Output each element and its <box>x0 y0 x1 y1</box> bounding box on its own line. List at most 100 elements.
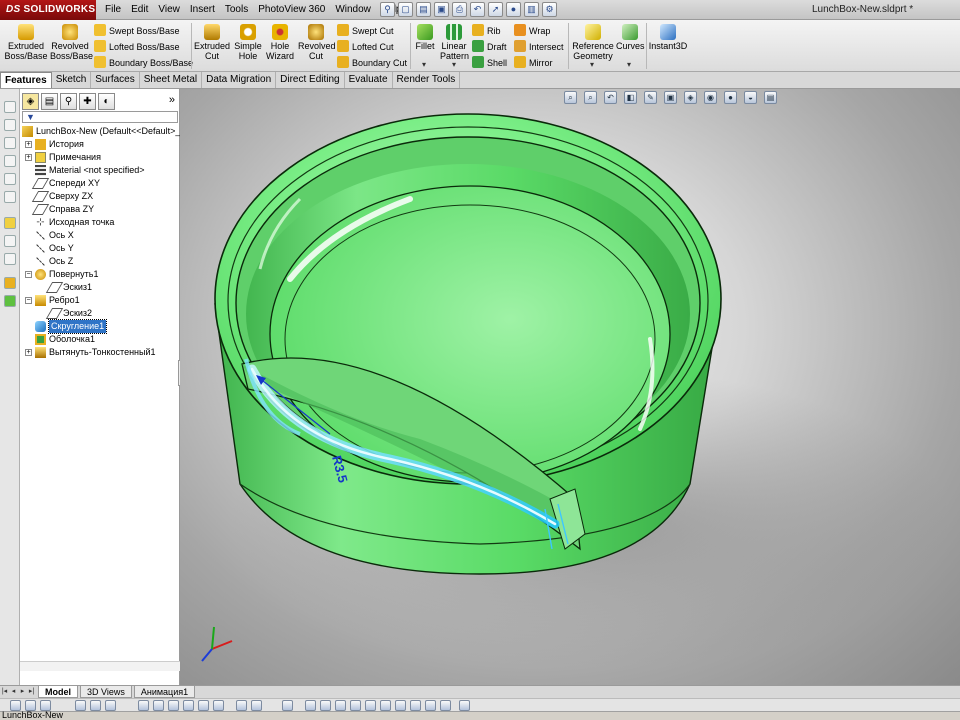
bottom-view-icon[interactable] <box>380 700 391 711</box>
rebuild-icon[interactable]: ● <box>506 2 521 17</box>
dimxpert-tab-icon[interactable]: ✚ <box>79 93 96 110</box>
file-properties-icon[interactable]: ▥ <box>524 2 539 17</box>
wireframe-icon[interactable] <box>138 700 149 711</box>
revolved-cut-button[interactable]: Revolved Cut <box>298 22 336 61</box>
tab-sketch[interactable]: Sketch <box>52 72 92 88</box>
left-view-icon[interactable] <box>335 700 346 711</box>
first-tab-icon[interactable]: |◂ <box>0 686 9 698</box>
strip-tool-icon[interactable] <box>4 217 16 229</box>
feature-tree-tab-icon[interactable]: ◈ <box>22 93 39 110</box>
tab-sheet-metal[interactable]: Sheet Metal <box>140 72 203 88</box>
tab-animation[interactable]: Анимация1 <box>133 686 196 698</box>
display-manager-tab-icon[interactable]: ◐ <box>98 93 115 110</box>
instant3d-button[interactable]: Instant3D <box>648 22 688 51</box>
last-tab-icon[interactable]: ▸| <box>27 686 36 698</box>
tab-data-migration[interactable]: Data Migration <box>202 72 277 88</box>
linear-pattern-button[interactable]: Linear Pattern <box>440 22 469 61</box>
right-view-icon[interactable] <box>350 700 361 711</box>
undo-icon[interactable]: ↶ <box>470 2 485 17</box>
menu-photoview[interactable]: PhotoView 360 <box>253 0 330 20</box>
strip-tool-icon[interactable] <box>4 277 16 289</box>
extruded-boss-button[interactable]: Extruded Boss/Base <box>4 22 48 61</box>
strip-tool-icon[interactable] <box>4 191 16 203</box>
collapse-minus-icon[interactable]: − <box>25 271 32 278</box>
new-document-icon[interactable]: ▢ <box>398 2 413 17</box>
tab-model[interactable]: Model <box>38 686 78 698</box>
shaded-icon[interactable] <box>168 700 179 711</box>
configuration-manager-tab-icon[interactable]: ⚲ <box>60 93 77 110</box>
feature-filter-input[interactable]: ▼ <box>22 111 178 123</box>
section-icon[interactable] <box>213 700 224 711</box>
display-icon[interactable] <box>236 700 247 711</box>
menu-insert[interactable]: Insert <box>185 0 220 20</box>
open-folder-icon[interactable]: ▤ <box>416 2 431 17</box>
dimetric-view-icon[interactable] <box>425 700 436 711</box>
select-arrow-icon[interactable]: ➚ <box>488 2 503 17</box>
boundary-cut-button[interactable]: Boundary Cut <box>337 56 407 71</box>
collapse-minus-icon[interactable]: − <box>25 297 32 304</box>
menu-tools[interactable]: Tools <box>220 0 253 20</box>
extruded-cut-button[interactable]: Extruded Cut <box>194 22 230 61</box>
simple-hole-button[interactable]: Simple Hole <box>232 22 264 61</box>
options-gear-icon[interactable]: ⚙ <box>542 2 557 17</box>
zoom-icon[interactable] <box>75 700 86 711</box>
zoom-area-icon[interactable] <box>90 700 101 711</box>
prev-tab-icon[interactable]: ◂ <box>9 686 18 698</box>
shell-button[interactable]: Shell <box>472 56 507 71</box>
trimetric-view-icon[interactable] <box>410 700 421 711</box>
front-view-icon[interactable] <box>305 700 316 711</box>
swept-cut-button[interactable]: Swept Cut <box>337 24 394 39</box>
next-tab-icon[interactable]: ▸ <box>18 686 27 698</box>
hole-wizard-button[interactable]: Hole Wizard <box>264 22 296 61</box>
menu-file[interactable]: File <box>100 0 126 20</box>
menu-view[interactable]: View <box>153 0 185 20</box>
lofted-cut-button[interactable]: Lofted Cut <box>337 40 394 55</box>
strip-tool-icon[interactable] <box>4 119 16 131</box>
expand-plus-icon[interactable]: + <box>25 141 32 148</box>
normal-to-icon[interactable] <box>440 700 451 711</box>
mirror-button[interactable]: Mirror <box>514 56 553 71</box>
pattern-dropdown-icon[interactable]: ▾ <box>452 60 456 69</box>
shaded-edges-icon[interactable] <box>183 700 194 711</box>
reference-geometry-button[interactable]: Reference Geometry <box>571 22 615 61</box>
panel-expand-icon[interactable]: » <box>169 94 175 106</box>
shadow-icon[interactable] <box>251 700 262 711</box>
graphics-viewport[interactable]: ⌕ ⌕ ↶ ◧ ✎ ▣ ◈ ◉ ● ◒ ▤ R3.5 <box>180 89 960 685</box>
expand-plus-icon[interactable]: + <box>25 349 32 356</box>
intersect-button[interactable]: Intersect <box>514 40 564 55</box>
tab-surfaces[interactable]: Surfaces <box>91 72 140 88</box>
strip-tool-icon[interactable] <box>4 155 16 167</box>
curves-button[interactable]: Curves <box>616 22 645 51</box>
strip-tool-icon[interactable] <box>4 295 16 307</box>
expand-plus-icon[interactable]: + <box>25 154 32 161</box>
hidden-lines-icon[interactable] <box>153 700 164 711</box>
print-icon[interactable]: ⎙ <box>452 2 467 17</box>
rotate-icon[interactable] <box>105 700 116 711</box>
perspective-icon[interactable] <box>198 700 209 711</box>
fillet-dropdown-icon[interactable]: ▾ <box>422 60 426 69</box>
tab-features[interactable]: Features <box>0 72 52 88</box>
pin-icon[interactable]: ⚲ <box>380 2 395 17</box>
lofted-boss-button[interactable]: Lofted Boss/Base <box>94 40 180 55</box>
panel-horizontal-scrollbar[interactable] <box>20 661 180 671</box>
strip-tool-icon[interactable] <box>4 101 16 113</box>
revolved-boss-button[interactable]: Revolved Boss/Base <box>50 22 93 61</box>
reference-geometry-dropdown-icon[interactable]: ▾ <box>590 60 594 69</box>
solidworks-logo[interactable]: DS SOLIDWORKS <box>0 0 96 20</box>
curves-dropdown-icon[interactable]: ▾ <box>627 60 631 69</box>
back-view-icon[interactable] <box>320 700 331 711</box>
strip-tool-icon[interactable] <box>4 137 16 149</box>
rib-button[interactable]: Rib <box>472 24 501 39</box>
top-view-icon[interactable] <box>365 700 376 711</box>
draft-button[interactable]: Draft <box>472 40 507 55</box>
strip-tool-icon[interactable] <box>4 235 16 247</box>
menu-edit[interactable]: Edit <box>126 0 153 20</box>
tab-render-tools[interactable]: Render Tools <box>393 72 461 88</box>
tab-direct-editing[interactable]: Direct Editing <box>276 72 345 88</box>
boundary-boss-button[interactable]: Boundary Boss/Base <box>94 56 193 71</box>
view-selector-icon[interactable] <box>459 700 470 711</box>
menu-window[interactable]: Window <box>330 0 376 20</box>
tab-3d-views[interactable]: 3D Views <box>80 686 132 698</box>
orientation-icon[interactable] <box>282 700 293 711</box>
fillet-button[interactable]: Fillet <box>412 22 438 51</box>
